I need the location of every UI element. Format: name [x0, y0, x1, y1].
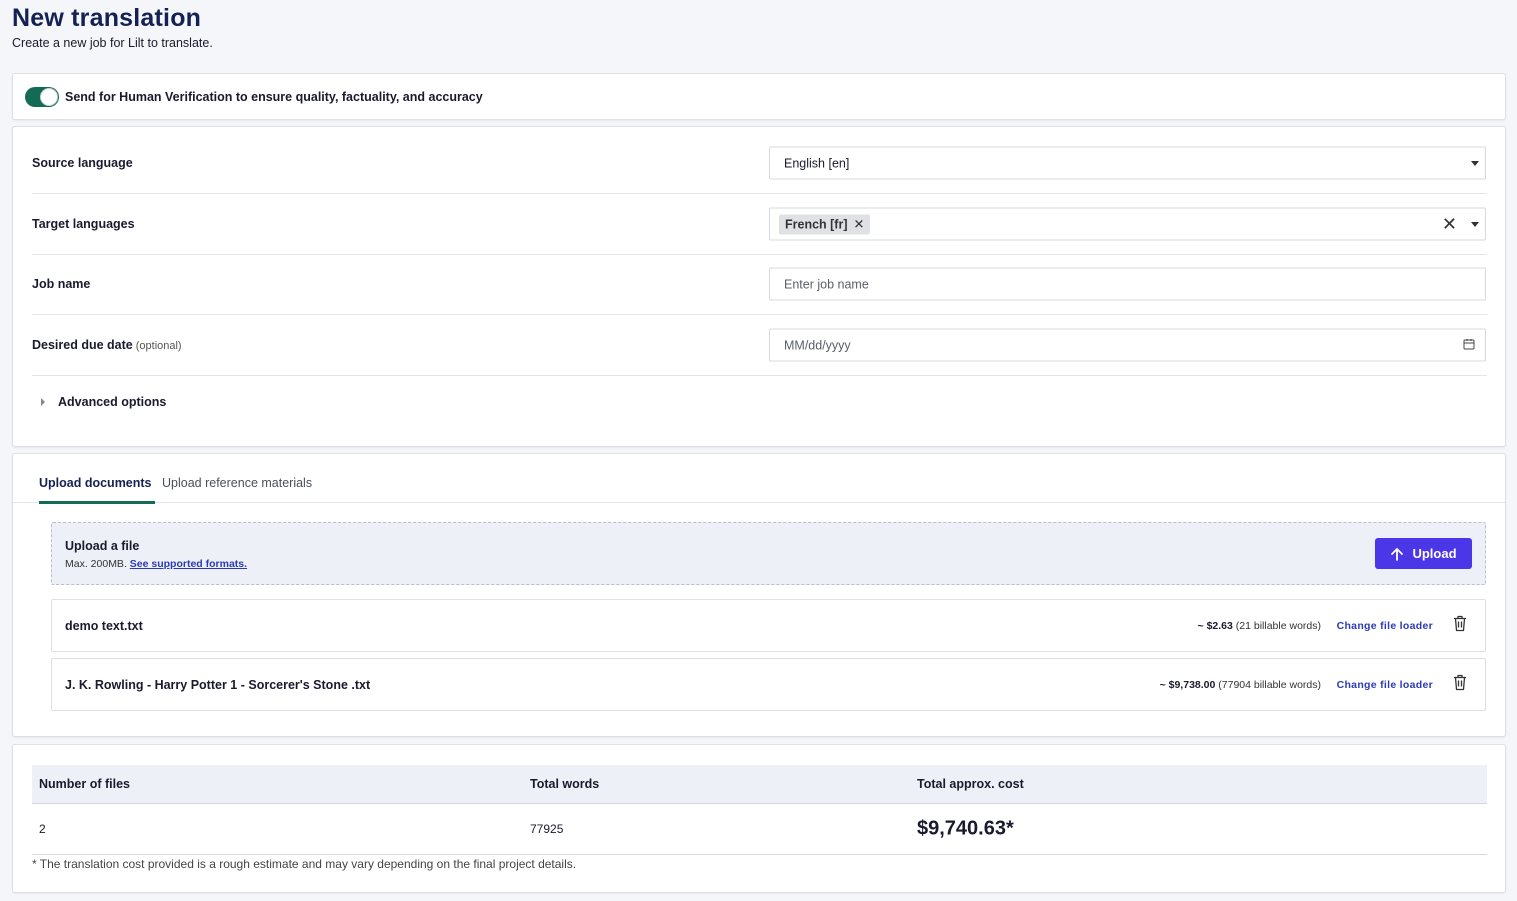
source-language-value: English [en] — [784, 156, 850, 170]
verification-card: Send for Human Verification to ensure qu… — [12, 73, 1506, 120]
chevron-down-icon[interactable] — [1471, 160, 1479, 166]
file-name: J. K. Rowling - Harry Potter 1 - Sorcere… — [65, 677, 371, 692]
language-chip: French [fr] ✕ — [779, 214, 871, 234]
change-file-loader-link[interactable]: Change file loader — [1337, 620, 1433, 632]
file-dropzone[interactable]: Upload a file Max. 200MB. See supported … — [51, 522, 1486, 585]
file-row: demo text.txt ~ $2.63 (21 billable words… — [51, 599, 1486, 652]
upload-card: Upload documents Upload reference materi… — [12, 453, 1506, 737]
number-of-files-value: 2 — [39, 822, 46, 836]
due-date-input[interactable] — [784, 338, 1434, 352]
toggle-knob — [40, 87, 58, 106]
header-total-cost: Total approx. cost — [917, 777, 1024, 791]
source-language-row: Source language English [en] — [32, 133, 1487, 194]
file-cost-value: ~ $2.63 — [1197, 619, 1233, 632]
header-total-words: Total words — [530, 777, 600, 791]
source-language-select[interactable]: English [en] — [769, 146, 1486, 180]
target-languages-row: Target languages French [fr] ✕ ✕ — [32, 194, 1487, 255]
summary-row: 2 77925 $9,740.63* — [32, 804, 1487, 855]
upload-arrow-icon — [1391, 547, 1404, 561]
total-cost-value: $9,740.63* — [917, 817, 1014, 840]
language-chip-label: French [fr] — [785, 217, 848, 231]
tab-upload-documents-label: Upload documents — [39, 476, 152, 490]
human-verification-toggle[interactable] — [25, 86, 59, 107]
job-form-card: Source language English [en] Target lang… — [12, 126, 1506, 447]
file-word-count: (21 billable words) — [1235, 619, 1321, 632]
summary-card: Number of files Total words Total approx… — [12, 744, 1506, 893]
page-header: New translation Create a new job for Lil… — [12, 4, 213, 50]
source-language-label: Source language — [32, 156, 133, 170]
page-title: New translation — [12, 4, 202, 32]
job-name-label: Job name — [32, 277, 91, 291]
dropzone-title: Upload a file — [65, 539, 140, 553]
header-number-of-files: Number of files — [39, 777, 130, 791]
due-date-row: Desired due date (optional) — [32, 315, 1487, 376]
clear-icon[interactable]: ✕ — [1442, 214, 1457, 235]
optional-tag: (optional) — [135, 340, 182, 352]
due-date-label: Desired due date (optional) — [32, 338, 182, 352]
change-file-loader-link[interactable]: Change file loader — [1337, 679, 1433, 691]
upload-button-label: Upload — [1412, 546, 1457, 561]
due-date-label-text: Desired due date — [32, 338, 133, 352]
upload-tabs: Upload documents Upload reference materi… — [13, 454, 1505, 504]
dropzone-subtitle: Max. 200MB. See supported formats. — [65, 558, 247, 570]
due-date-field[interactable] — [769, 328, 1486, 362]
file-name: demo text.txt — [65, 618, 143, 633]
remove-chip-icon[interactable]: ✕ — [854, 216, 865, 232]
file-cost-value: ~ $9,738.00 — [1159, 678, 1216, 691]
file-row: J. K. Rowling - Harry Potter 1 - Sorcere… — [51, 658, 1486, 711]
chevron-right-icon — [41, 398, 45, 406]
supported-formats-link[interactable]: See supported formats. — [130, 558, 247, 570]
calendar-icon[interactable] — [1463, 338, 1475, 353]
total-words-value: 77925 — [530, 822, 564, 836]
advanced-options-toggle[interactable]: Advanced options — [41, 395, 166, 409]
file-cost: ~ $2.63 (21 billable words) — [1198, 620, 1321, 632]
verification-label: Send for Human Verification to ensure qu… — [65, 89, 483, 104]
tab-upload-documents[interactable]: Upload documents — [39, 476, 155, 504]
file-cost: ~ $9,738.00 (77904 billable words) — [1160, 679, 1321, 691]
trash-icon[interactable] — [1452, 673, 1468, 696]
job-name-row: Job name — [32, 254, 1487, 315]
cost-disclaimer: * The translation cost provided is a rou… — [32, 857, 577, 871]
job-name-input[interactable] — [784, 277, 1434, 291]
target-languages-label: Target languages — [32, 217, 135, 231]
upload-button[interactable]: Upload — [1375, 538, 1472, 569]
chevron-down-icon[interactable] — [1471, 221, 1479, 227]
max-size-text: Max. 200MB. — [65, 558, 127, 570]
summary-header: Number of files Total words Total approx… — [32, 765, 1487, 804]
trash-icon[interactable] — [1452, 614, 1468, 637]
job-name-field[interactable] — [769, 267, 1486, 301]
tab-upload-reference[interactable]: Upload reference materials — [162, 476, 312, 490]
advanced-options-label: Advanced options — [58, 395, 167, 409]
target-languages-select[interactable]: French [fr] ✕ ✕ — [769, 207, 1486, 241]
file-word-count: (77904 billable words) — [1218, 678, 1321, 691]
page-subtitle: Create a new job for Lilt to translate. — [12, 36, 213, 50]
